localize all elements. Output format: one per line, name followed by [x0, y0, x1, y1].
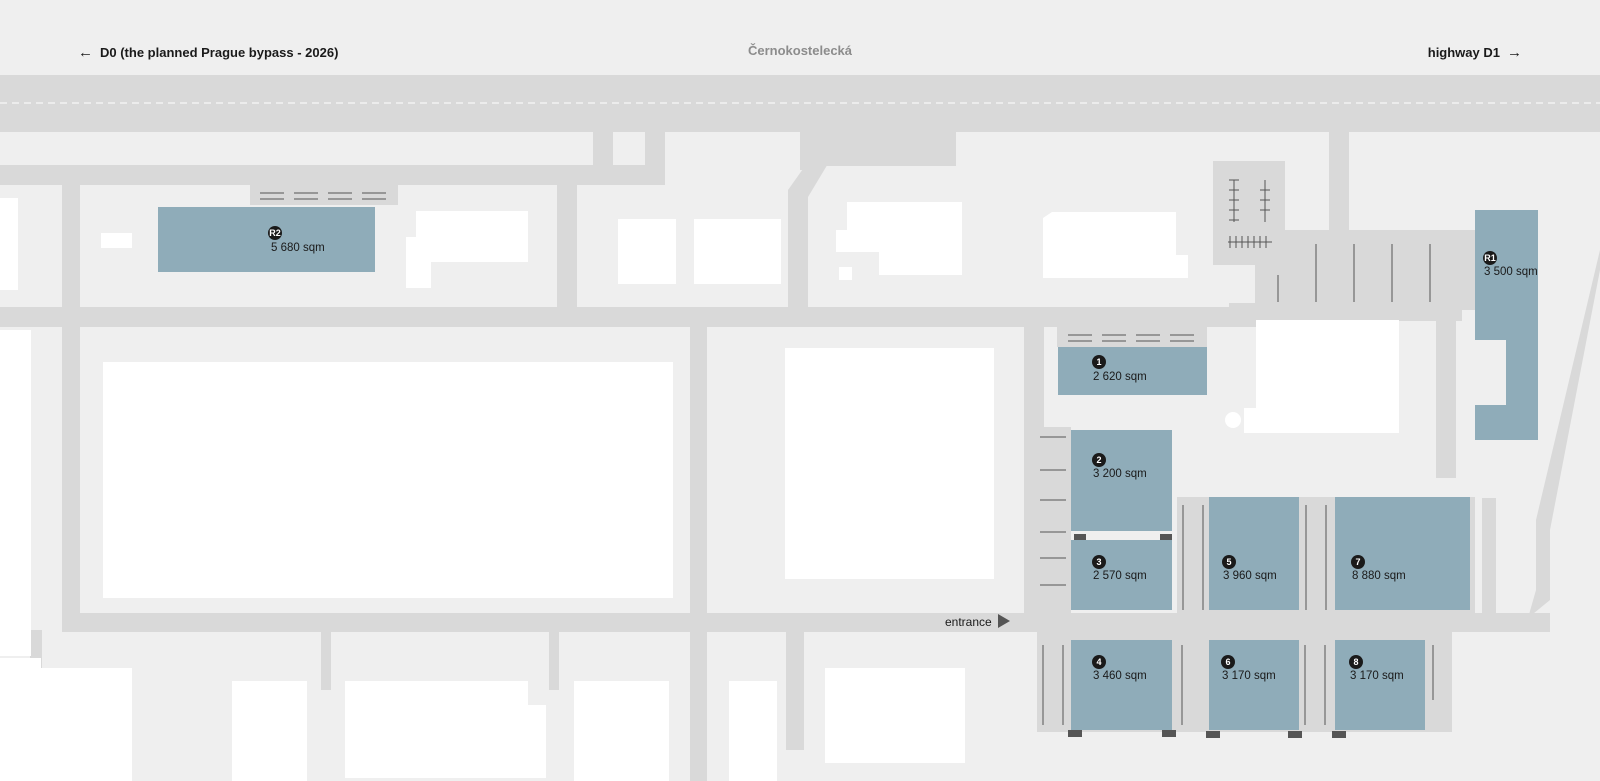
unit-area: 3 170 sqm [1350, 670, 1404, 682]
unit-number: 4 [1096, 657, 1101, 667]
unit-4-shape [1071, 640, 1172, 730]
unit-area: 8 880 sqm [1352, 570, 1406, 582]
unit-7-shape [1335, 497, 1470, 610]
unit-number: 2 [1096, 455, 1101, 465]
unit-number: R2 [269, 228, 281, 238]
unit-area: 3 200 sqm [1093, 468, 1147, 480]
unit-number: 5 [1226, 557, 1231, 567]
unit-5-shape [1209, 497, 1299, 610]
unit-number: R1 [1484, 253, 1496, 263]
unit-area: 3 460 sqm [1093, 670, 1147, 682]
main-road [0, 75, 1600, 132]
site-map: entrance R2 5 680 sqm R1 3 500 sqm 1 2 620 sq… [0, 75, 1600, 781]
unit-number: 1 [1096, 357, 1101, 367]
unit-6-shape [1209, 640, 1299, 730]
unit-number: 6 [1225, 657, 1230, 667]
unit-area: 3 960 sqm [1223, 570, 1277, 582]
site-plan: { "header": { "left_link": { "label": "D… [0, 0, 1600, 781]
unit-area: 5 680 sqm [271, 242, 325, 254]
unit-area: 3 500 sqm [1484, 266, 1538, 278]
unit-number: 7 [1355, 557, 1360, 567]
unit-area: 2 620 sqm [1093, 371, 1147, 383]
unit-area: 2 570 sqm [1093, 570, 1147, 582]
unit-number: 3 [1096, 557, 1101, 567]
unit-8-shape [1335, 640, 1425, 730]
unit-R1-shape [1475, 210, 1538, 440]
unit-area: 3 170 sqm [1222, 670, 1276, 682]
entrance-label: entrance [945, 615, 992, 629]
unit-R2-shape [158, 207, 375, 272]
unit-number: 8 [1353, 657, 1358, 667]
unit-2-shape [1071, 430, 1172, 531]
